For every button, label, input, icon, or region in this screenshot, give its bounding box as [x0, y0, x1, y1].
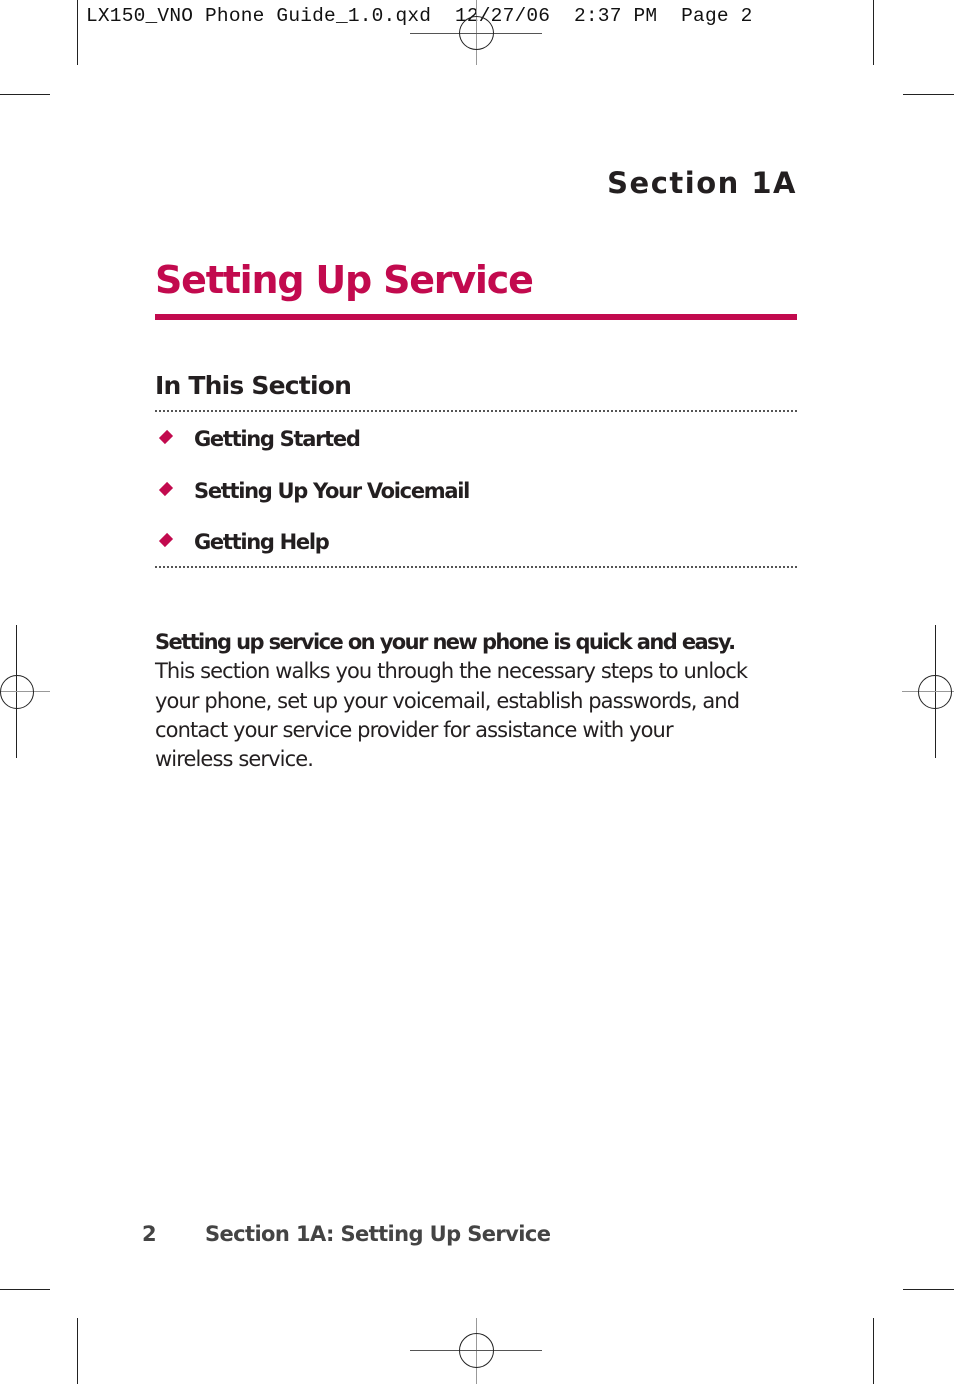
toc-item-setting-up-voicemail[interactable]: Setting Up Your Voicemail: [159, 479, 470, 503]
registration-mark-right-circle: [918, 675, 952, 709]
slug-file: LX150_VNO Phone Guide_1.0.qxd: [86, 5, 432, 27]
crop-mark-bottom-right: [873, 1318, 874, 1384]
toc-item-label: Getting Started: [194, 427, 361, 451]
toc-item-label: Getting Help: [194, 530, 330, 554]
slug-time: 2:37 PM: [574, 5, 658, 27]
toc-item-getting-help[interactable]: Getting Help: [159, 530, 330, 554]
diamond-bullet-icon: [159, 535, 174, 550]
registration-mark-top-circle: [459, 16, 494, 50]
title-rule: [155, 314, 797, 320]
crop-mark-right-top: [903, 94, 954, 95]
in-this-section-heading: In This Section: [155, 371, 352, 400]
crop-mark-left-bottom: [0, 1289, 50, 1290]
crop-mark-right-bottom: [903, 1289, 954, 1290]
dotted-divider-bottom: [155, 566, 797, 568]
dotted-divider-top: [155, 410, 797, 412]
running-footer-title: Section 1A: Setting Up Service: [205, 1222, 551, 1246]
crop-mark-top-left: [77, 0, 78, 65]
diamond-bullet-icon: [159, 484, 174, 499]
intro-body: This section walks you through the neces…: [155, 659, 748, 772]
slug-page: Page 2: [681, 5, 753, 27]
page-number: 2: [142, 1222, 157, 1246]
registration-mark-left-circle: [0, 675, 34, 709]
crop-mark-left-top: [0, 94, 50, 95]
toc-item-label: Setting Up Your Voicemail: [194, 479, 470, 503]
section-label: Section 1A: [607, 166, 797, 200]
diamond-bullet-icon: [159, 432, 174, 447]
page-title: Setting Up Service: [155, 258, 534, 302]
print-slug: LX150_VNO Phone Guide_1.0.qxd 12/27/06 2…: [86, 5, 753, 27]
crop-mark-bottom-left: [77, 1318, 78, 1384]
registration-mark-bottom-circle: [459, 1333, 494, 1368]
crop-mark-top-right: [873, 0, 874, 65]
toc-item-getting-started[interactable]: Getting Started: [159, 427, 361, 451]
intro-lead: Setting up service on your new phone is …: [155, 630, 736, 654]
intro-paragraph: Setting up service on your new phone is …: [155, 628, 755, 774]
